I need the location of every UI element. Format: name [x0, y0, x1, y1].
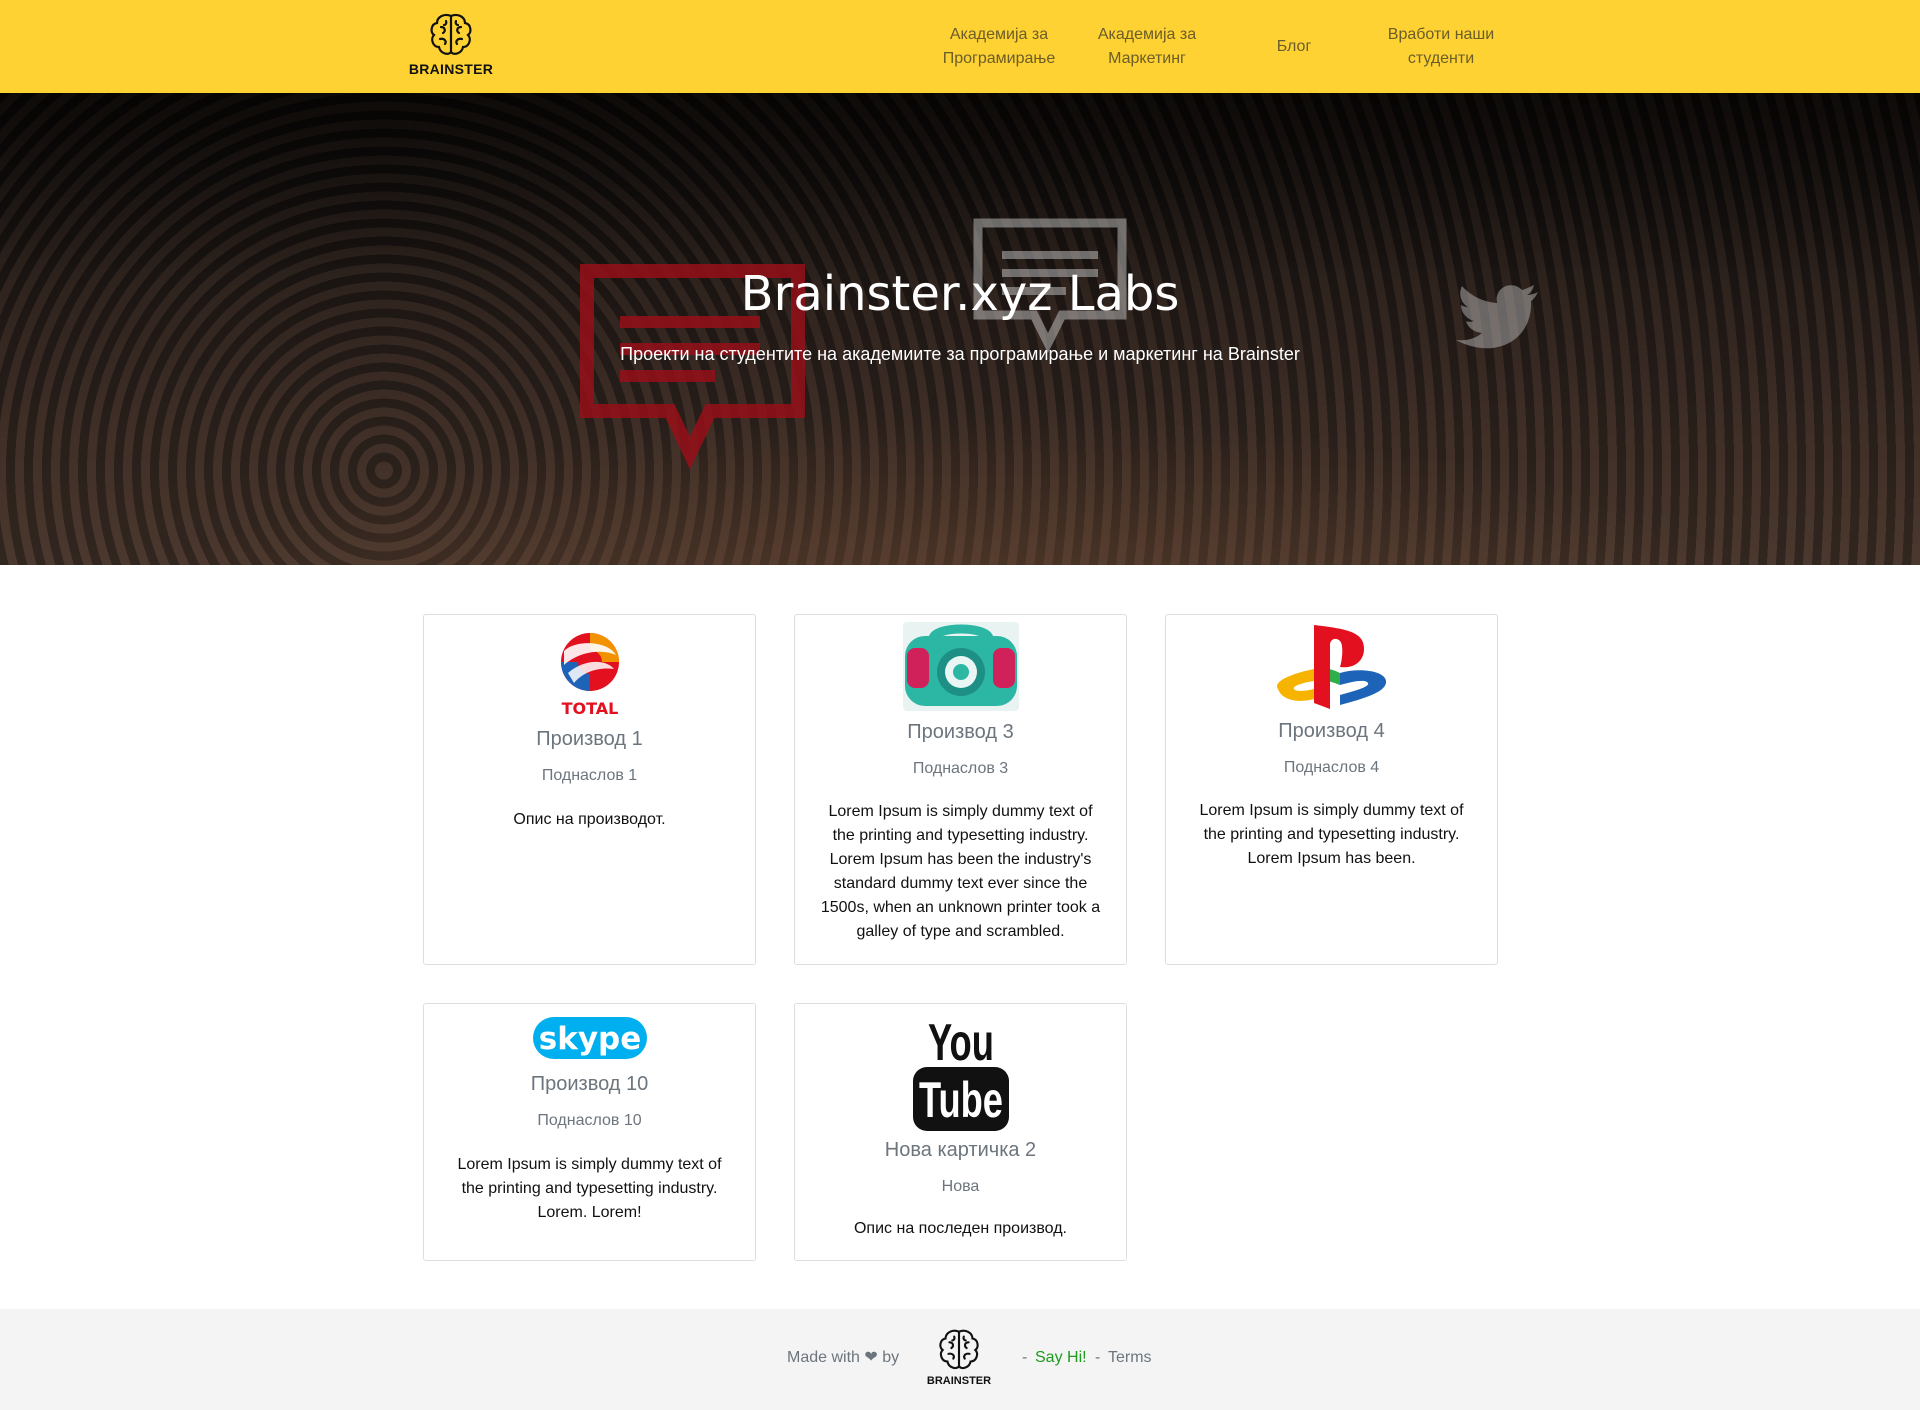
product-card[interactable]: TOTAL Производ 1 Поднаслов 1 Опис на про… [423, 614, 756, 965]
svg-text:Tube: Tube [919, 1072, 1003, 1128]
nav-item-marketing-academy[interactable]: Академија за Маркетинг [1072, 0, 1222, 93]
footer-separator: - [1022, 1349, 1028, 1366]
svg-text:You: You [928, 1014, 994, 1072]
card-subtitle: Поднаслов 4 [1283, 759, 1380, 776]
card-description: Lorem Ipsum is simply dummy text of the … [1199, 802, 1464, 867]
card-logo: You Tube [795, 1011, 1126, 1133]
product-card[interactable]: You Tube Нова картичка 2 Нова Опис на по… [794, 1003, 1127, 1261]
footer-brand-name: BRAINSTER [926, 1375, 992, 1387]
card-title: Нова картичка 2 [884, 1139, 1037, 1161]
say-hi-link[interactable]: Say Hi! [1035, 1348, 1087, 1368]
card-logo [795, 622, 1126, 711]
footer: Made with ❤ by BRAINSTER - Say Hi! - Ter… [0, 1309, 1920, 1410]
hero-subtitle: Проекти на студентите на академиите за п… [620, 344, 1300, 364]
card-subtitle: Поднаслов 10 [537, 1112, 642, 1129]
card-title: Производ 4 [1278, 720, 1385, 742]
svg-text:skype: skype [538, 1021, 641, 1057]
hero-overlay [0, 93, 1920, 565]
svg-text:TOTAL: TOTAL [561, 699, 618, 717]
card-logo: TOTAL [424, 629, 755, 717]
product-card[interactable]: Производ 3 Поднаслов 3 Lorem Ipsum is si… [794, 614, 1127, 965]
brand-logo[interactable]: BRAINSTER [408, 10, 494, 80]
card-title: Производ 3 [907, 721, 1014, 743]
card-title: Производ 10 [530, 1073, 649, 1095]
total-logo-icon: TOTAL [560, 633, 619, 717]
card-logo [1166, 623, 1497, 711]
terms-link[interactable]: Terms [1108, 1348, 1152, 1368]
brand-name: BRAINSTER [408, 61, 494, 77]
nav-item-hire-students[interactable]: Вработи наши студенти [1366, 0, 1516, 93]
card-subtitle: Нова [941, 1178, 980, 1195]
navbar: BRAINSTER Академија за Програмирање Акад… [0, 0, 1920, 93]
brain-icon [430, 13, 472, 55]
nav-item-blog[interactable]: Блог [1219, 0, 1369, 93]
product-card[interactable]: Производ 4 Поднаслов 4 Lorem Ipsum is si… [1165, 614, 1498, 965]
card-logo: skype [424, 1013, 755, 1065]
nav-item-programming-academy[interactable]: Академија за Програмирање [924, 0, 1074, 93]
hero-banner: Brainster.xyz Labs Проекти на студентите… [0, 93, 1920, 565]
footer-separator: - [1095, 1349, 1101, 1366]
made-with-text: Made with ❤ by [787, 1349, 900, 1366]
youtube-logo-icon: You Tube [912, 1014, 1009, 1131]
card-subtitle: Поднаслов 1 [541, 767, 638, 784]
brain-icon [939, 1329, 979, 1370]
skype-logo-icon: skype [532, 1017, 647, 1059]
footer-brand-logo[interactable]: BRAINSTER [926, 1326, 992, 1387]
hero-title: Brainster.xyz Labs [740, 266, 1180, 322]
product-card[interactable]: skype Производ 10 Поднаслов 10 Lorem Ips… [423, 1003, 756, 1261]
card-description: Опис на производот. [513, 811, 666, 828]
card-title: Производ 1 [536, 728, 643, 750]
card-description: Опис на последен производ. [853, 1220, 1067, 1237]
playstation-logo-icon [1276, 625, 1386, 709]
card-description: Lorem Ipsum is simply dummy text of the … [457, 1156, 722, 1221]
card-subtitle: Поднаслов 3 [912, 760, 1009, 777]
camera-app-logo-icon [902, 622, 1019, 711]
card-description: Lorem Ipsum is simply dummy text of the … [820, 803, 1101, 940]
